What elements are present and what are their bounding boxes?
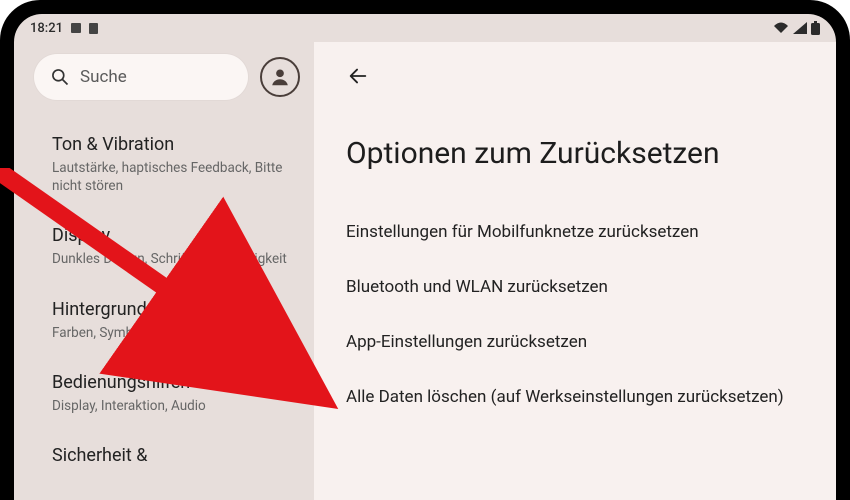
- status-right: [773, 21, 820, 35]
- tablet-frame: 18:21 Suche: [0, 0, 850, 500]
- sidebar-item-sound[interactable]: Ton & Vibration Lautstärke, haptisches F…: [34, 120, 300, 211]
- back-button[interactable]: [342, 60, 374, 92]
- sidebar-item-accessibility[interactable]: Bedienungshilfen Display, Interaktion, A…: [34, 358, 300, 431]
- search-placeholder: Suche: [80, 67, 127, 87]
- sidebar-item-display[interactable]: Display Dunkles Design, Schriftgröße, He…: [34, 211, 300, 284]
- sidebar-item-subtitle: Dunkles Design, Schriftgröße, Helligkeit: [52, 250, 296, 268]
- sidebar-item-wallpaper[interactable]: Hintergrund und Stil Farben, Symboldesig…: [34, 285, 300, 358]
- person-icon: [269, 66, 291, 88]
- sidebar-item-title: Ton & Vibration: [52, 134, 296, 155]
- main-panel: Optionen zum Zurücksetzen Einstellungen …: [314, 42, 836, 500]
- content-area: Suche Ton & Vibration Lautstärke, haptis…: [14, 42, 836, 500]
- sidebar-item-title: Display: [52, 225, 296, 246]
- reset-app-settings-option[interactable]: App-Einstellungen zurücksetzen: [342, 315, 808, 370]
- factory-reset-option[interactable]: Alle Daten löschen (auf Werkseinstellung…: [342, 370, 808, 425]
- sidebar-item-security[interactable]: Sicherheit &: [34, 431, 300, 486]
- settings-sidebar: Suche Ton & Vibration Lautstärke, haptis…: [14, 42, 314, 500]
- status-bar: 18:21: [14, 14, 836, 42]
- status-time: 18:21: [30, 21, 63, 36]
- reset-bluetooth-wlan-option[interactable]: Bluetooth und WLAN zurücksetzen: [342, 260, 808, 315]
- reset-mobile-network-option[interactable]: Einstellungen für Mobilfunknetze zurücks…: [342, 205, 808, 260]
- search-input[interactable]: Suche: [34, 54, 248, 100]
- sidebar-item-subtitle: Lautstärke, haptisches Feedback, Bitte n…: [52, 159, 296, 195]
- battery-icon: [811, 21, 820, 35]
- arrow-back-icon: [347, 65, 369, 87]
- sidebar-item-subtitle: Farben, Symboldesigns, App-Raster: [52, 324, 296, 342]
- sidebar-item-title: Bedienungshilfen: [52, 372, 296, 393]
- wifi-icon: [773, 22, 789, 34]
- status-indicator-icon: [71, 23, 81, 33]
- sidebar-item-subtitle: Display, Interaktion, Audio: [52, 397, 296, 415]
- sidebar-item-title: Hintergrund und Stil: [52, 299, 296, 320]
- status-left: 18:21: [30, 21, 98, 36]
- profile-avatar[interactable]: [260, 57, 300, 97]
- search-icon: [50, 67, 70, 87]
- search-row: Suche: [34, 54, 300, 100]
- cell-signal-icon: [793, 22, 807, 34]
- page-title: Optionen zum Zurücksetzen: [346, 136, 808, 171]
- sidebar-item-title: Sicherheit &: [52, 445, 296, 466]
- screen: 18:21 Suche: [14, 14, 836, 500]
- status-sd-icon: [89, 23, 98, 34]
